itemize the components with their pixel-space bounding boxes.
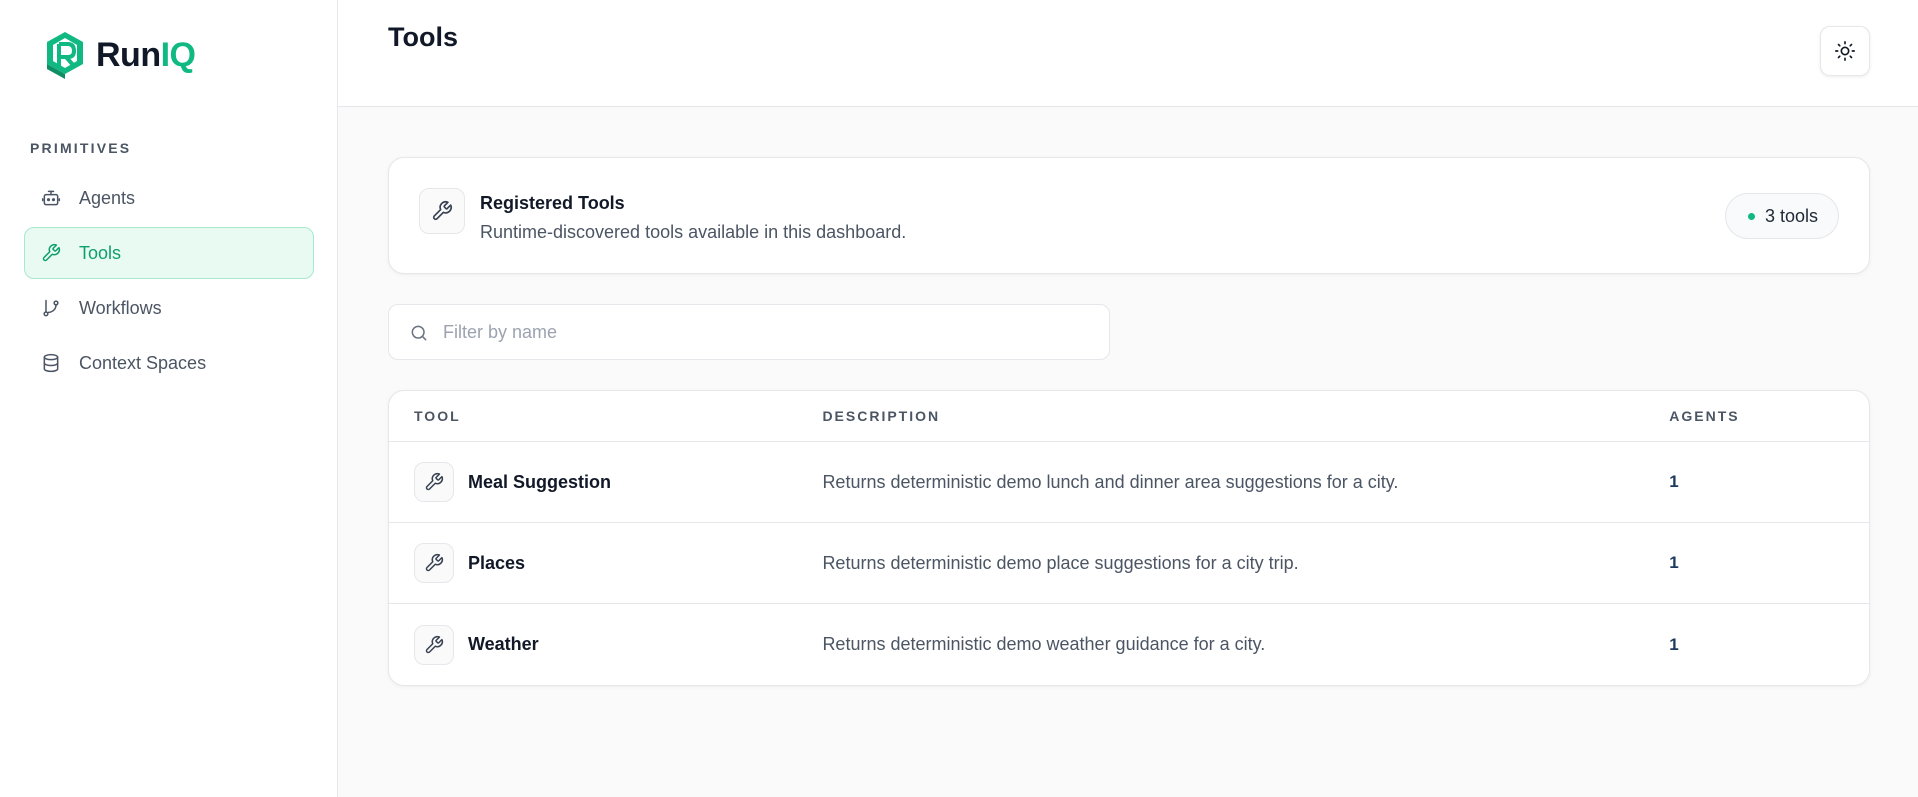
theme-toggle-button[interactable]	[1820, 26, 1870, 76]
tool-cell: Places	[389, 543, 822, 583]
sidebar-item-workflows[interactable]: Workflows	[24, 282, 314, 334]
column-header-agents[interactable]: AGENTS	[1669, 408, 1869, 424]
tool-description: Returns deterministic demo lunch and din…	[822, 471, 1399, 492]
database-icon	[41, 353, 61, 373]
content: Registered Tools Runtime-discovered tool…	[388, 157, 1870, 686]
wrench-icon	[41, 243, 61, 263]
git-branch-icon	[41, 298, 61, 318]
tool-name[interactable]: Places	[468, 553, 525, 574]
brand-logo[interactable]: RunIQ	[44, 30, 196, 80]
brand-name: RunIQ	[96, 36, 196, 75]
wrench-icon	[414, 462, 454, 502]
tools-table: TOOL DESCRIPTION AGENTS Meal Suggestion …	[388, 390, 1870, 686]
nav-section-label: PRIMITIVES	[30, 140, 132, 156]
brand-name-iq: IQ	[160, 35, 196, 74]
search-input[interactable]	[443, 305, 1093, 359]
status-dot-icon	[1747, 212, 1755, 220]
column-header-tool[interactable]: TOOL	[389, 408, 822, 424]
bot-icon	[41, 188, 61, 208]
sidebar: RunIQ PRIMITIVES Agents Tools Workflows …	[0, 0, 338, 797]
app-root: RunIQ PRIMITIVES Agents Tools Workflows …	[0, 0, 1918, 797]
page-title: Tools	[388, 22, 458, 52]
table-row[interactable]: Weather Returns deterministic demo weath…	[389, 604, 1869, 685]
sidebar-item-label: Context Spaces	[79, 352, 207, 373]
tool-count-label: 3 tools	[1764, 205, 1818, 226]
wrench-icon	[414, 543, 454, 583]
table-row[interactable]: Meal Suggestion Returns deterministic de…	[389, 442, 1869, 523]
tool-agents-count: 1	[1669, 634, 1679, 654]
sidebar-nav: Agents Tools Workflows Context Spaces	[24, 172, 314, 392]
table-row[interactable]: Places Returns deterministic demo place …	[389, 523, 1869, 604]
tool-name[interactable]: Weather	[468, 634, 539, 655]
card-subtitle: Runtime-discovered tools available in th…	[480, 222, 907, 242]
brand-name-run: Run	[96, 35, 161, 74]
tool-description: Returns deterministic demo weather guida…	[822, 634, 1266, 654]
wrench-icon	[414, 624, 454, 665]
sun-icon	[1835, 41, 1855, 61]
tool-cell: Meal Suggestion	[389, 462, 822, 502]
sidebar-item-agents[interactable]: Agents	[24, 172, 314, 224]
sidebar-item-tools[interactable]: Tools	[24, 227, 314, 279]
tool-name[interactable]: Meal Suggestion	[468, 472, 611, 493]
search-icon	[411, 325, 427, 341]
sidebar-item-label: Agents	[79, 187, 136, 208]
tool-description: Returns deterministic demo place suggest…	[822, 552, 1299, 573]
search-box	[388, 304, 1110, 360]
main-area: Tools Registered Tools Runtime-discovere…	[338, 0, 1918, 797]
sidebar-item-label: Workflows	[79, 297, 162, 318]
column-header-description[interactable]: DESCRIPTION	[822, 408, 1669, 424]
runiq-logo-icon	[47, 32, 83, 79]
sidebar-item-context-spaces[interactable]: Context Spaces	[24, 337, 314, 389]
tool-count-badge: 3 tools	[1724, 193, 1839, 239]
tool-cell: Weather	[389, 624, 822, 665]
tool-agents-count: 1	[1669, 553, 1679, 572]
tool-agents-count: 1	[1669, 472, 1679, 491]
top-bar: Tools	[338, 0, 1918, 107]
wrench-icon	[419, 188, 465, 234]
sidebar-item-label: Tools	[79, 242, 122, 263]
card-title: Registered Tools	[480, 193, 625, 213]
registered-tools-card: Registered Tools Runtime-discovered tool…	[388, 157, 1870, 274]
table-header: TOOL DESCRIPTION AGENTS	[389, 391, 1869, 442]
